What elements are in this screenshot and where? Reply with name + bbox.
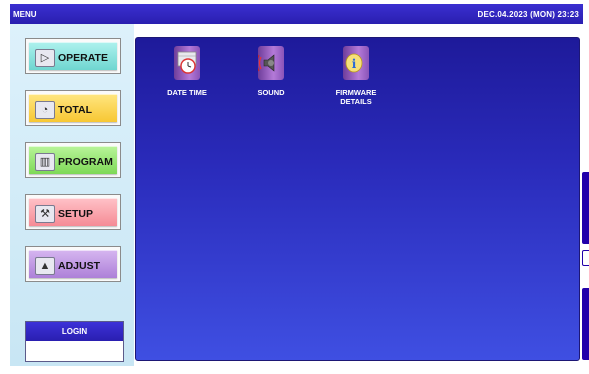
sidebar: ▷ OPERATE ◔ TOTAL ▥ PROGRAM ⚒ SETUP ▲ AD…: [10, 24, 134, 366]
title-bar: MENU DEC.04.2023 (MON) 23:23: [10, 4, 583, 24]
program-button[interactable]: ▥ PROGRAM: [25, 142, 121, 178]
total-label: TOTAL: [58, 104, 93, 116]
login-field[interactable]: [26, 341, 123, 361]
info-icon: i: [343, 46, 369, 80]
program-label: PROGRAM: [58, 156, 113, 168]
date-time-label: DATE TIME: [167, 88, 207, 97]
svg-text:i: i: [352, 57, 357, 71]
scale-icon: ▲: [35, 257, 55, 275]
right-edge-tab-lower: [582, 288, 589, 360]
book-icon: ▥: [35, 153, 55, 171]
sound-item[interactable]: SOUND: [236, 46, 306, 97]
datetime-display: DEC.04.2023 (MON) 23:23: [477, 10, 579, 19]
login-label: LOGIN: [26, 322, 123, 341]
operate-button[interactable]: ▷ OPERATE: [25, 38, 121, 74]
window-title: MENU: [13, 10, 37, 19]
adjust-label: ADJUST: [58, 260, 101, 272]
firmware-details-label: FIRMWARE DETAILS: [335, 88, 377, 106]
play-icon: ▷: [35, 49, 55, 67]
firmware-details-item[interactable]: i FIRMWARE DETAILS: [321, 46, 391, 106]
adjust-button[interactable]: ▲ ADJUST: [25, 246, 121, 282]
login-panel[interactable]: LOGIN: [25, 321, 124, 362]
wrench-icon: ⚒: [35, 205, 55, 223]
sound-label: SOUND: [257, 88, 285, 97]
total-button[interactable]: ◔ TOTAL: [25, 90, 121, 126]
calendar-clock-icon: [174, 46, 200, 80]
main-menu-panel: DATE TIME SOUND i FIRMWARE DETAILS: [135, 37, 580, 361]
setup-label: SETUP: [58, 208, 94, 220]
clock-icon: ◔: [35, 101, 55, 119]
right-edge-tab: [582, 172, 589, 244]
date-time-item[interactable]: DATE TIME: [152, 46, 222, 97]
speaker-icon: [256, 46, 284, 80]
right-edge-field: [582, 250, 589, 266]
setup-button[interactable]: ⚒ SETUP: [25, 194, 121, 230]
operate-label: OPERATE: [58, 52, 108, 64]
